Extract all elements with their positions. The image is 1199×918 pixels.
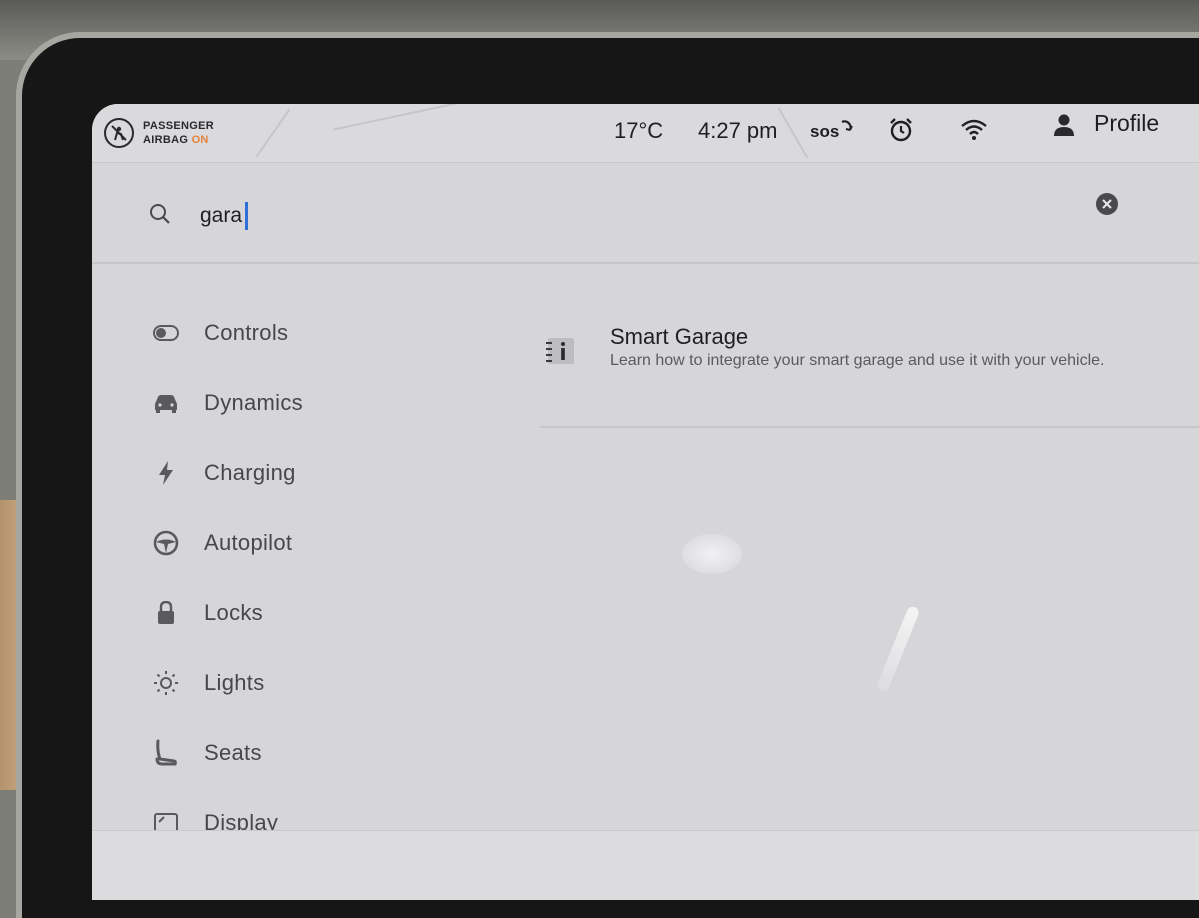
airbag-label-line1: PASSENGER — [143, 120, 214, 132]
wifi-icon[interactable] — [960, 118, 988, 147]
clock: 4:27 pm — [698, 118, 778, 143]
nav-label: Autopilot — [204, 530, 293, 555]
sos-button[interactable]: sos — [810, 122, 839, 142]
nav-item-seats[interactable]: Seats — [152, 731, 452, 775]
close-icon — [1102, 199, 1112, 209]
map-background-line — [255, 108, 291, 158]
airbag-label-line2: AIRBAG — [143, 134, 189, 146]
nav-item-dynamics[interactable]: Dynamics — [152, 381, 452, 425]
profile-icon[interactable] — [1052, 112, 1076, 143]
clear-search-button[interactable] — [1096, 193, 1118, 215]
passenger-airbag-indicator: PASSENGER AIRBAG ON — [104, 118, 214, 148]
map-background-line — [777, 107, 809, 159]
alarm-clock-icon[interactable] — [887, 116, 915, 149]
status-bar: PASSENGER AIRBAG ON 17°C 4:27 pm sos Pro… — [92, 104, 1199, 163]
bolt-icon — [152, 459, 180, 487]
manual-info-icon — [544, 336, 576, 371]
result-subtitle: Learn how to integrate your smart garage… — [610, 352, 1105, 369]
nav-label: Dynamics — [204, 390, 303, 415]
sos-call-icon — [840, 118, 854, 137]
nav-item-locks[interactable]: Locks — [152, 591, 452, 635]
search-input[interactable] — [200, 198, 700, 234]
toggle-icon — [152, 319, 180, 347]
text-caret — [245, 202, 248, 230]
nav-label: Seats — [204, 740, 262, 765]
temperature-readout: 17°C — [614, 118, 664, 143]
lock-icon — [152, 599, 180, 627]
bottom-panel — [92, 830, 1199, 900]
search-icon — [148, 202, 172, 231]
touchscreen: PASSENGER AIRBAG ON 17°C 4:27 pm sos Pro… — [92, 104, 1199, 900]
nav-label: Controls — [204, 320, 289, 345]
nav-item-autopilot[interactable]: Autopilot — [152, 521, 452, 565]
car-icon — [152, 389, 180, 417]
screen-glare — [875, 605, 921, 693]
nav-item-charging[interactable]: Charging — [152, 451, 452, 495]
nav-item-lights[interactable]: Lights — [152, 661, 452, 705]
result-title: Smart Garage — [610, 324, 749, 349]
nav-label: Charging — [204, 460, 296, 485]
seat-icon — [152, 739, 180, 767]
search-result-smart-garage[interactable]: Smart Garage Learn how to integrate your… — [540, 316, 1199, 428]
airbag-state: ON — [191, 134, 209, 146]
map-background-line — [333, 104, 471, 131]
search-bar — [92, 162, 1199, 264]
nav-item-controls[interactable]: Controls — [152, 311, 452, 355]
nav-label: Lights — [204, 670, 265, 695]
screen-glare — [682, 534, 742, 574]
nav-label: Locks — [204, 600, 263, 625]
airbag-off-icon — [104, 118, 134, 148]
steering-wheel-icon — [152, 529, 180, 557]
profile-button[interactable]: Profile — [1094, 110, 1159, 137]
light-icon — [152, 669, 180, 697]
